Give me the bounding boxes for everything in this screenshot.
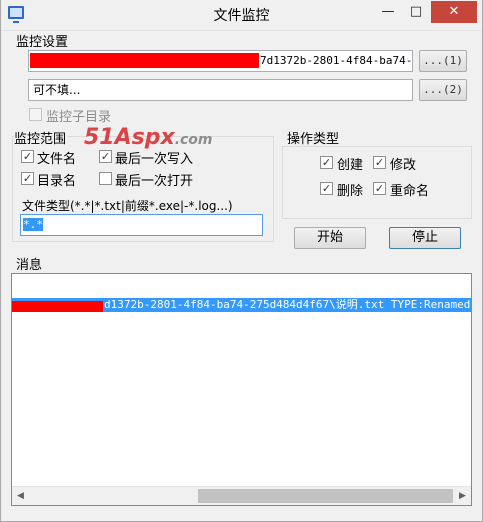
scope-dirname-checkbox[interactable]: ✓ [21,172,34,185]
op-rename-checkbox[interactable]: ✓ [373,182,386,195]
scroll-right-arrow-icon[interactable]: ▶ [454,487,471,505]
watch-path-value: 7d1372b-2801-4f84-ba74-27! [260,54,413,67]
stop-button[interactable]: 停止 [389,227,461,249]
op-rename-label: 重命名 [390,184,430,199]
op-delete-label: 删除 [337,184,364,199]
messages-listbox[interactable]: d1372b-2801-4f84-ba74-275d484d4f67\说明.tx… [11,273,472,506]
subdir-checkbox[interactable] [29,108,42,121]
scrollbar-thumb[interactable] [198,489,453,503]
op-modify-checkbox[interactable]: ✓ [373,156,386,169]
scope-dirname-label: 目录名 [37,174,77,189]
file-type-input[interactable]: *.* [20,214,263,236]
close-button[interactable]: ✕ [431,1,477,23]
scope-lastaccess-label: 最后一次打开 [115,174,194,189]
file-type-label: 文件类型(*.*|*.txt|前缀*.exe|-*.log...) [22,199,233,213]
watch-path-input[interactable]: 7d1372b-2801-4f84-ba74-27! [28,50,413,72]
browse-path-2-button[interactable]: ...(2) [419,79,467,101]
operation-types-label: 操作类型 [287,132,340,147]
scope-lastaccess-checkbox[interactable] [99,172,112,185]
message-row-selected[interactable]: d1372b-2801-4f84-ba74-275d484d4f67\说明.tx… [12,298,471,312]
message-text: d1372b-2801-4f84-ba74-275d484d4f67\说明.tx… [104,298,471,311]
horizontal-scrollbar[interactable]: ◀ ▶ [12,486,471,505]
messages-label: 消息 [16,258,43,273]
op-delete-checkbox[interactable]: ✓ [320,182,333,195]
op-create-checkbox[interactable]: ✓ [320,156,333,169]
scope-filename-label: 文件名 [37,152,77,167]
redaction-bar [12,301,103,312]
browse-path-1-button[interactable]: ...(1) [419,50,467,72]
start-button[interactable]: 开始 [294,227,366,249]
scope-filename-checkbox[interactable]: ✓ [21,150,34,163]
minimize-button[interactable]: — [374,1,402,23]
monitor-settings-label: 监控设置 [16,35,69,50]
watermark-logo: 51Aspx.com [84,125,213,150]
redaction-bar [30,53,259,68]
file-type-value: *.* [23,218,43,231]
scope-lastwrite-checkbox[interactable]: ✓ [99,150,112,163]
second-path-input[interactable]: 可不填... [28,79,413,101]
op-modify-label: 修改 [390,158,417,173]
monitor-scope-label: 监控范围 [14,128,69,147]
subdir-label: 监控子目录 [46,110,112,125]
op-create-label: 创建 [337,158,364,173]
window-border-left [0,0,1,522]
scroll-left-arrow-icon[interactable]: ◀ [12,487,29,505]
maximize-button[interactable]: □ [402,1,430,23]
scope-lastwrite-label: 最后一次写入 [115,152,194,167]
